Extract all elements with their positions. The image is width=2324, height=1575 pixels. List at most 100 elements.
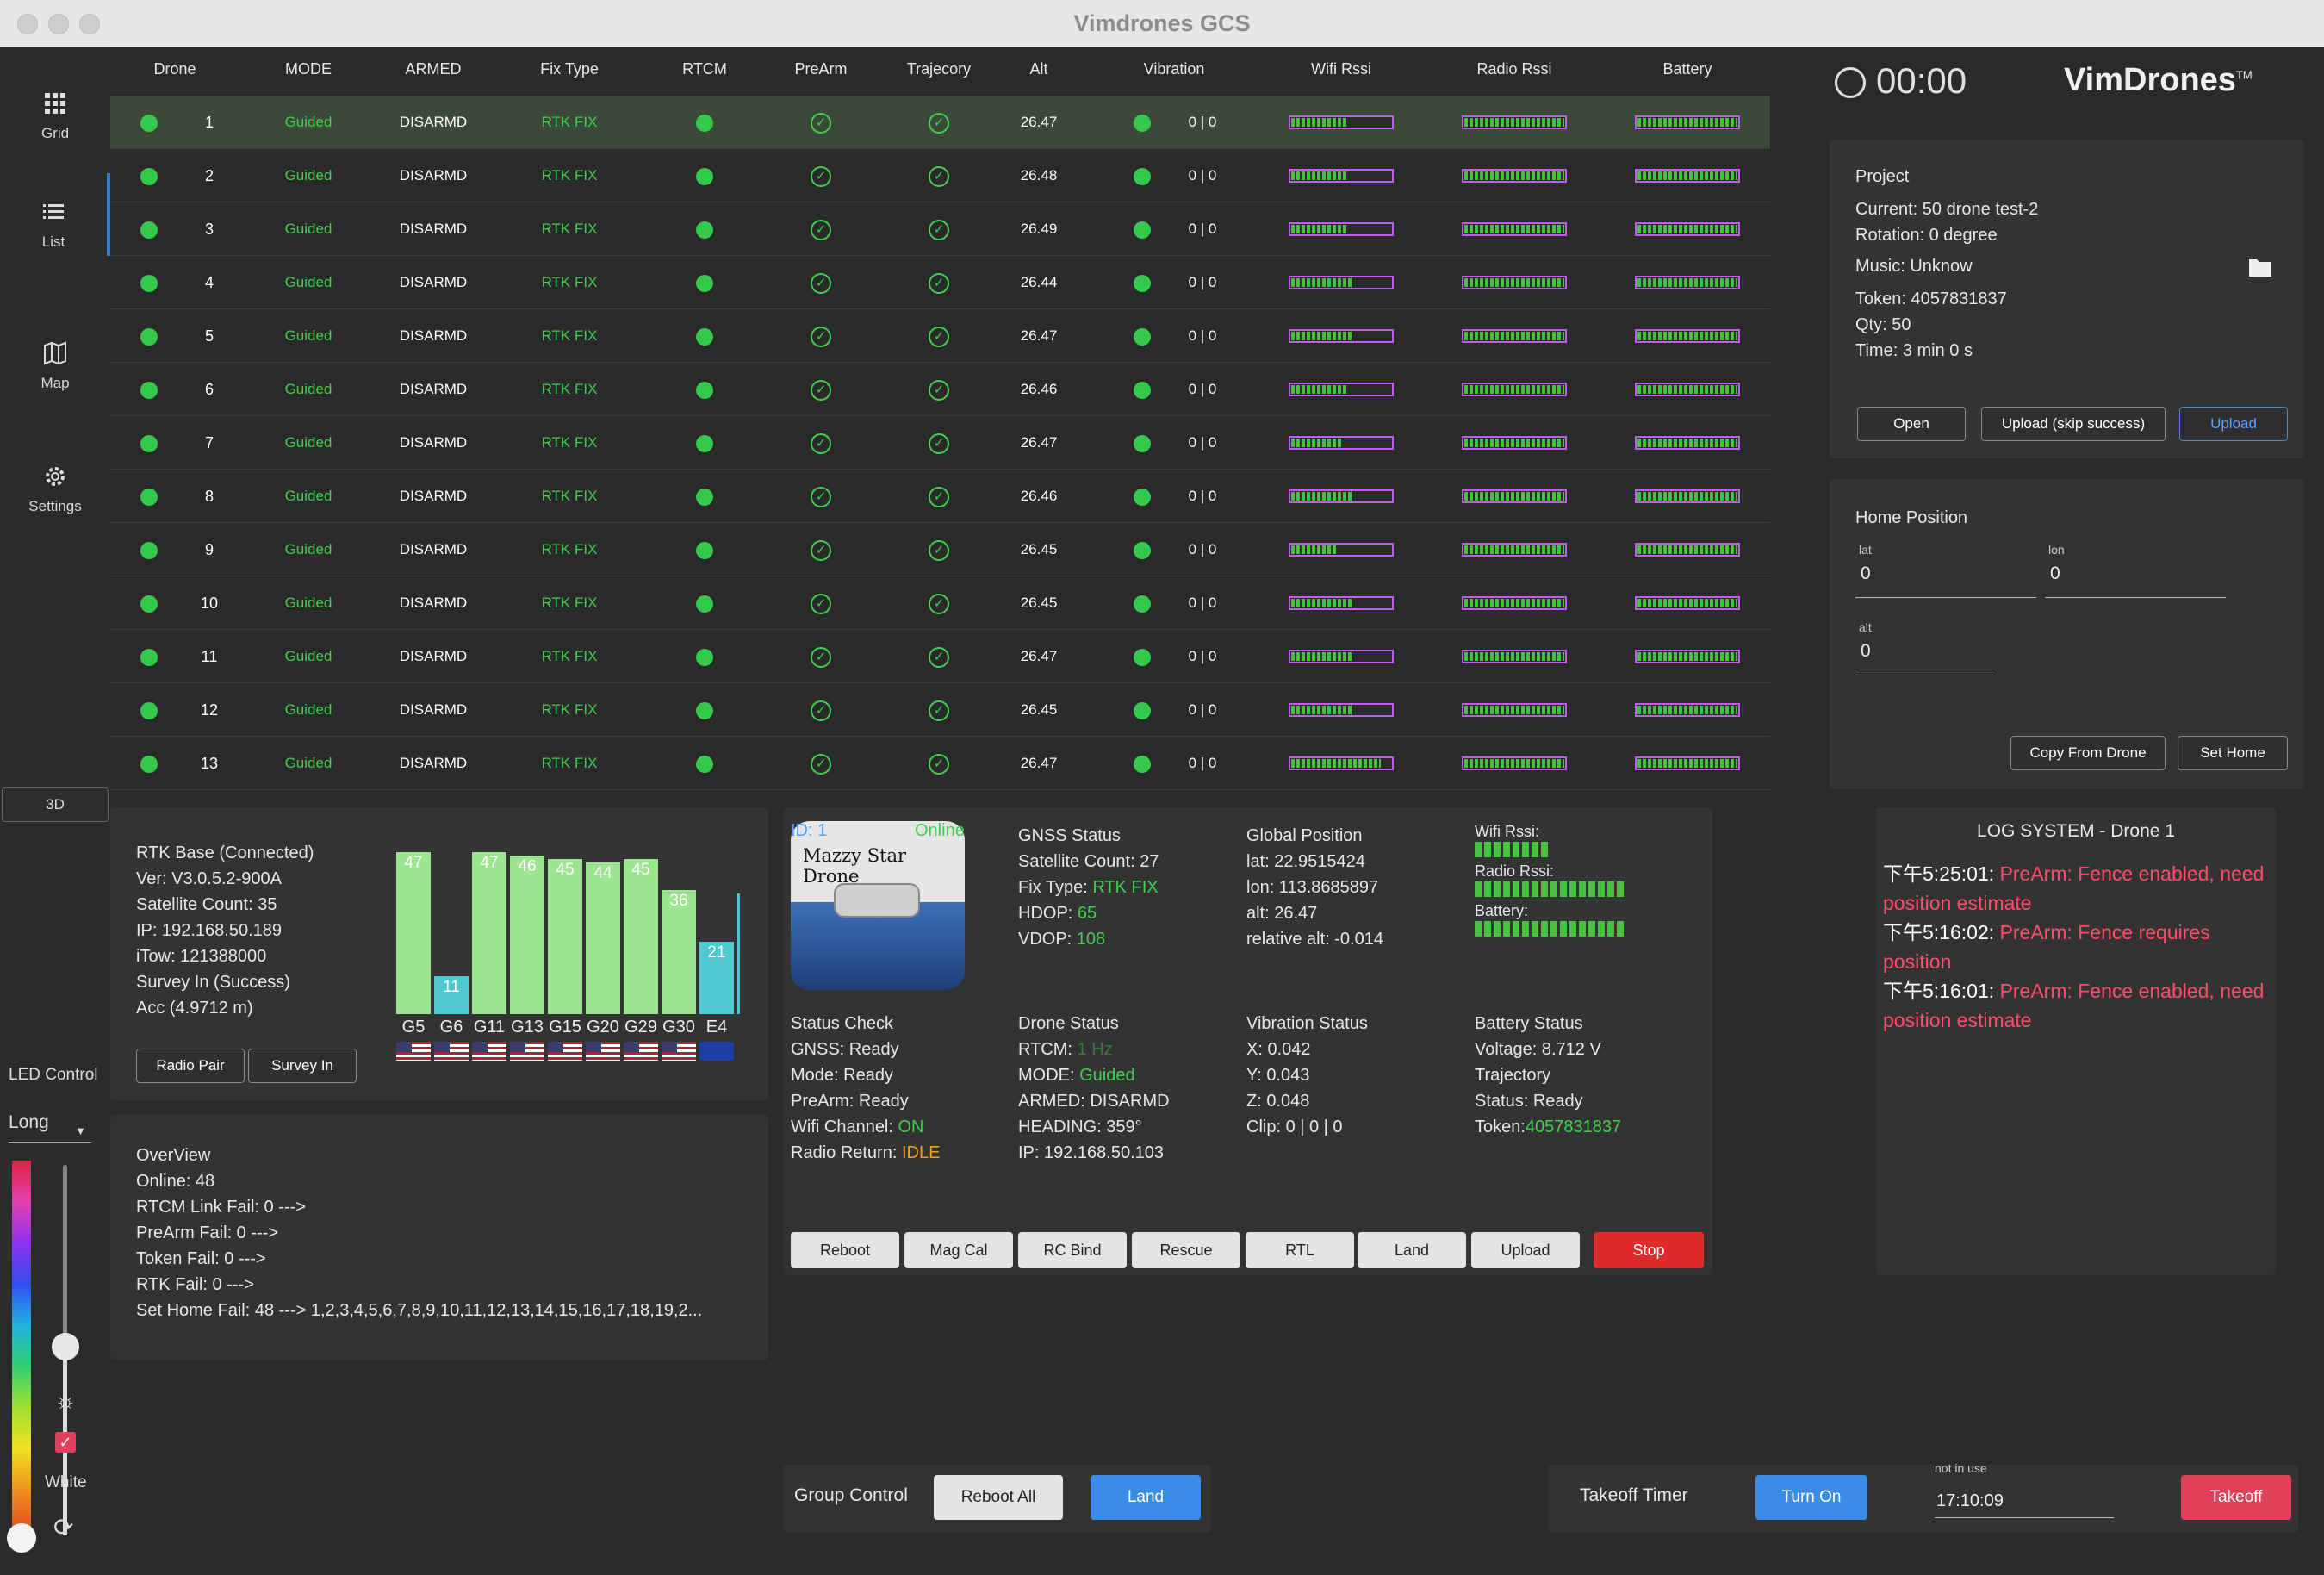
land-button[interactable]: Land (1358, 1232, 1466, 1268)
led-color-knob[interactable] (7, 1523, 36, 1553)
reboot-button[interactable]: Reboot (791, 1232, 899, 1268)
table-row[interactable]: 4 Guided DISARMD RTK FIX ✓ ✓ 26.44 0 | 0 (110, 256, 1770, 309)
logo-tm: TM (2235, 68, 2253, 82)
survey-in-button[interactable]: Survey In (248, 1049, 357, 1083)
col-armed[interactable]: ARMED (405, 60, 461, 78)
nav-settings[interactable]: Settings (0, 438, 110, 532)
prearm-check-icon: ✓ (811, 256, 831, 309)
drone-id-cell: 12 (200, 701, 219, 719)
rssi-segment (1532, 921, 1538, 937)
led-mode-select[interactable]: Long ▼ (9, 1105, 91, 1143)
overview-online: Online: 48 (136, 1172, 215, 1191)
col-vibration[interactable]: Vibration (1144, 60, 1205, 78)
open-project-button[interactable]: Open (1857, 407, 1966, 441)
mode-cell: Guided (284, 274, 332, 290)
takeoff-button[interactable]: Takeoff (2181, 1475, 2291, 1520)
rssi-segment (1541, 842, 1548, 857)
takeoff-hint: not in use (1935, 1461, 1987, 1475)
table-row[interactable]: 1 Guided DISARMD RTK FIX ✓ ✓ 26.47 0 | 0 (110, 96, 1770, 149)
table-row[interactable]: 11 Guided DISARMD RTK FIX ✓ ✓ 26.47 0 | 0 (110, 630, 1770, 683)
table-row[interactable]: 13 Guided DISARMD RTK FIX ✓ ✓ 26.47 0 | 0 (110, 737, 1770, 790)
overview-sethome-fail[interactable]: Set Home Fail: 48 ---> 1,2,3,4,5,6,7,8,9… (136, 1298, 702, 1323)
col-trajectory[interactable]: Trajecory (907, 60, 971, 78)
rssi-radio-label: Radio Rssi: (1475, 862, 1555, 880)
rescue-button[interactable]: Rescue (1132, 1232, 1240, 1268)
battery-bar (1635, 222, 1740, 236)
copy-from-drone-button[interactable]: Copy From Drone (2010, 736, 2166, 770)
overview-prearm-fail[interactable]: PreArm Fail: 0 ---> (136, 1220, 702, 1246)
led-white-checkbox[interactable]: ✓ (55, 1432, 76, 1453)
rssi-segment (1598, 881, 1605, 897)
overview-rtcm-fail[interactable]: RTCM Link Fail: 0 ---> (136, 1194, 702, 1220)
radio-rssi-bar (1462, 329, 1567, 343)
home-lat-field[interactable]: lat 0 (1855, 543, 2036, 598)
status-radio-label: Radio Return: (791, 1143, 902, 1162)
rtl-button[interactable]: RTL (1246, 1232, 1354, 1268)
col-drone[interactable]: Drone (153, 60, 196, 78)
table-row[interactable]: 12 Guided DISARMD RTK FIX ✓ ✓ 26.45 0 | 0 (110, 683, 1770, 737)
home-lon-field[interactable]: lon 0 (2045, 543, 2226, 598)
col-battery[interactable]: Battery (1662, 60, 1712, 78)
satellite-id-label: G20 (587, 1018, 619, 1037)
drone-id-cell: 5 (204, 327, 214, 345)
rc-bind-button[interactable]: RC Bind (1018, 1232, 1127, 1268)
vimdrones-logo: VimDronesTM (2064, 62, 2253, 99)
reboot-all-button[interactable]: Reboot All (934, 1475, 1063, 1520)
overview-token-fail[interactable]: Token Fail: 0 ---> (136, 1246, 702, 1272)
mode-cell: Guided (284, 488, 332, 504)
col-fix-type[interactable]: Fix Type (540, 60, 599, 78)
table-row[interactable]: 3 Guided DISARMD RTK FIX ✓ ✓ 26.49 0 | 0 (110, 202, 1770, 256)
rssi-segment (1484, 881, 1491, 897)
table-row[interactable]: 2 Guided DISARMD RTK FIX ✓ ✓ 26.48 0 | 0 (110, 149, 1770, 202)
refresh-icon[interactable]: ⟳ (53, 1513, 73, 1541)
takeoff-time-field[interactable]: 17:10:09 (1935, 1484, 2114, 1518)
fix-cell: RTK FIX (541, 541, 598, 557)
wifi-rssi-bar (1289, 489, 1394, 503)
col-wifi-rssi[interactable]: Wifi Rssi (1311, 60, 1371, 78)
log-time: 下午5:16:02: (1883, 921, 2000, 943)
table-row[interactable]: 7 Guided DISARMD RTK FIX ✓ ✓ 26.47 0 | 0 (110, 416, 1770, 470)
table-row[interactable]: 10 Guided DISARMD RTK FIX ✓ ✓ 26.45 0 | 0 (110, 576, 1770, 630)
col-alt[interactable]: Alt (1029, 60, 1047, 78)
led-brightness-knob[interactable] (52, 1333, 79, 1360)
radio-pair-button[interactable]: Radio Pair (136, 1049, 245, 1083)
trajectory-check-icon: ✓ (929, 309, 949, 363)
table-row[interactable]: 6 Guided DISARMD RTK FIX ✓ ✓ 26.46 0 | 0 (110, 363, 1770, 416)
overview-rtk-fail[interactable]: RTK Fail: 0 ---> (136, 1272, 702, 1298)
project-rotation: Rotation: 0 degree (1855, 226, 1998, 245)
mag-cal-button[interactable]: Mag Cal (904, 1232, 1013, 1268)
rtcm-ok-icon (696, 149, 713, 202)
nav-map[interactable]: Map (0, 314, 110, 409)
wifi-rssi-bar (1289, 756, 1394, 770)
col-radio-rssi[interactable]: Radio Rssi (1476, 60, 1551, 78)
group-land-button[interactable]: Land (1091, 1475, 1201, 1520)
view-3d-button[interactable]: 3D (2, 788, 109, 822)
col-prearm[interactable]: PreArm (794, 60, 847, 78)
rssi-segment (1550, 881, 1557, 897)
online-dot (140, 149, 158, 202)
battery-bar (1635, 489, 1740, 503)
turn-on-button[interactable]: Turn On (1755, 1475, 1867, 1520)
col-rtcm[interactable]: RTCM (682, 60, 727, 78)
upload-project-button[interactable]: Upload (2179, 407, 2288, 441)
battery-bar (1635, 115, 1740, 129)
home-alt-field[interactable]: alt 0 (1855, 620, 1993, 675)
nav-list[interactable]: List (0, 173, 110, 256)
upload-drone-button[interactable]: Upload (1471, 1232, 1580, 1268)
rssi-battery-bar (1475, 921, 1626, 940)
folder-icon[interactable] (2248, 257, 2272, 277)
led-color-picker[interactable] (12, 1161, 31, 1531)
map-icon (44, 341, 66, 365)
upload-skip-success-button[interactable]: Upload (skip success) (1981, 407, 2166, 441)
rssi-segment (1607, 881, 1614, 897)
stop-button[interactable]: Stop (1594, 1232, 1704, 1268)
prearm-check-icon: ✓ (811, 523, 831, 576)
project-current: Current: 50 drone test-2 (1855, 200, 2039, 219)
satellite-snr-label: 45 (556, 861, 575, 879)
col-mode[interactable]: MODE (285, 60, 332, 78)
set-home-button[interactable]: Set Home (2178, 736, 2288, 770)
table-row[interactable]: 8 Guided DISARMD RTK FIX ✓ ✓ 26.46 0 | 0 (110, 470, 1770, 523)
nav-grid[interactable]: Grid (0, 65, 110, 159)
table-row[interactable]: 9 Guided DISARMD RTK FIX ✓ ✓ 26.45 0 | 0 (110, 523, 1770, 576)
table-row[interactable]: 5 Guided DISARMD RTK FIX ✓ ✓ 26.47 0 | 0 (110, 309, 1770, 363)
